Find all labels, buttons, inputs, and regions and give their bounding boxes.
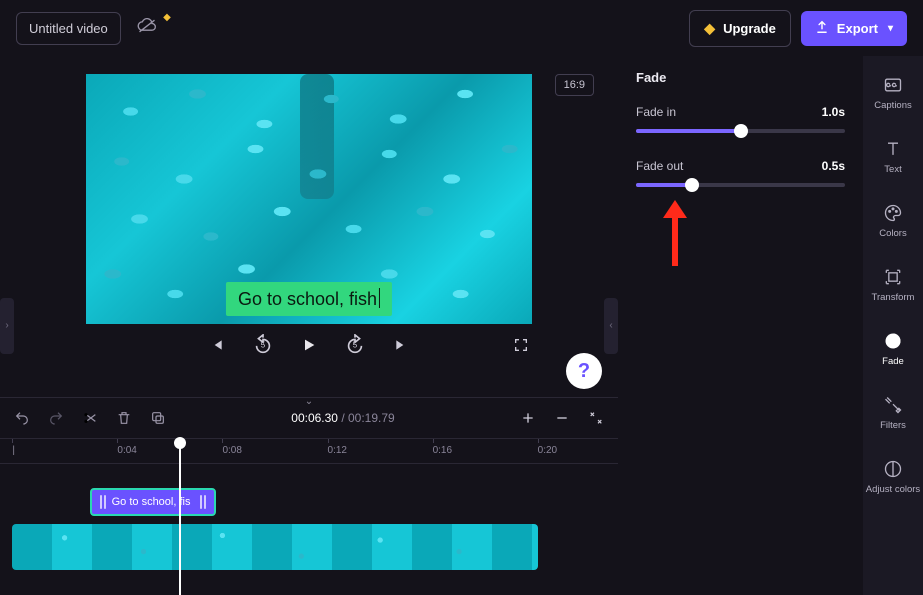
duplicate-button[interactable] bbox=[150, 410, 166, 426]
rewind-seconds: 5 bbox=[261, 341, 265, 350]
skip-start-button[interactable] bbox=[206, 334, 228, 356]
ruler-tick: 0:04 bbox=[117, 445, 136, 456]
colors-icon bbox=[882, 202, 904, 224]
cloud-sync-icon[interactable]: ◆ bbox=[131, 18, 163, 39]
diamond-icon: ◆ bbox=[704, 20, 715, 37]
transform-icon bbox=[882, 266, 904, 288]
playhead[interactable] bbox=[179, 439, 181, 595]
zoom-out-button[interactable] bbox=[554, 410, 570, 426]
timeline-tracks[interactable]: Go to school, fis bbox=[0, 464, 618, 595]
tool-filters[interactable]: Filters bbox=[863, 380, 923, 444]
ruler-tick: 0:16 bbox=[433, 445, 452, 456]
tool-text[interactable]: Text bbox=[863, 124, 923, 188]
tool-fade[interactable]: Fade bbox=[863, 316, 923, 380]
ruler-edge: | bbox=[12, 445, 15, 456]
delete-button[interactable] bbox=[116, 410, 132, 426]
tool-adjust[interactable]: Adjust colors bbox=[863, 444, 923, 508]
tool-label: Filters bbox=[880, 420, 906, 431]
tool-label: Captions bbox=[874, 100, 912, 111]
export-button[interactable]: Export ▾ bbox=[801, 11, 907, 46]
fullscreen-button[interactable] bbox=[510, 334, 532, 356]
slider-thumb[interactable] bbox=[734, 124, 748, 138]
tool-label: Fade bbox=[882, 356, 904, 367]
adjust-icon bbox=[882, 458, 904, 480]
text-icon bbox=[882, 138, 904, 160]
upgrade-label: Upgrade bbox=[723, 21, 776, 36]
tool-label: Adjust colors bbox=[866, 484, 920, 495]
clip-handle-right[interactable] bbox=[200, 495, 206, 509]
caption-overlay[interactable]: Go to school, fish bbox=[226, 282, 392, 316]
redo-button[interactable] bbox=[48, 410, 64, 426]
play-button[interactable] bbox=[298, 334, 320, 356]
tool-transform[interactable]: Transform bbox=[863, 252, 923, 316]
text-clip[interactable]: Go to school, fis bbox=[90, 488, 217, 516]
ruler-tick: 0:08 bbox=[222, 445, 241, 456]
fade-panel: Fade Fade in 1.0s Fade out 0.5s bbox=[618, 56, 863, 595]
fade-icon bbox=[882, 330, 904, 352]
premium-diamond-icon: ◆ bbox=[163, 12, 171, 23]
export-label: Export bbox=[837, 21, 878, 36]
tool-colors[interactable]: Colors bbox=[863, 188, 923, 252]
fade-in-label: Fade in bbox=[636, 105, 676, 119]
clip-handle-left[interactable] bbox=[100, 495, 106, 509]
tool-label: Text bbox=[884, 164, 901, 175]
fade-in-value: 1.0s bbox=[822, 105, 845, 119]
slider-thumb[interactable] bbox=[685, 178, 699, 192]
add-track-button[interactable] bbox=[520, 410, 536, 426]
aspect-ratio-button[interactable]: 16:9 bbox=[555, 74, 594, 96]
ruler-tick: 0:12 bbox=[328, 445, 347, 456]
rewind-button[interactable]: 5 bbox=[252, 334, 274, 356]
forward-button[interactable]: 5 bbox=[344, 334, 366, 356]
tool-captions[interactable]: Captions bbox=[863, 60, 923, 124]
forward-seconds: 5 bbox=[353, 341, 357, 350]
fade-out-value: 0.5s bbox=[822, 159, 845, 173]
tool-label: Colors bbox=[879, 228, 906, 239]
upload-icon bbox=[815, 20, 829, 37]
panel-title: Fade bbox=[636, 70, 845, 85]
help-button[interactable]: ? bbox=[566, 353, 602, 389]
ruler-tick: 0:20 bbox=[538, 445, 557, 456]
video-clip[interactable] bbox=[12, 524, 537, 570]
collapse-preview-icon[interactable]: ⌄ bbox=[305, 396, 313, 407]
video-preview[interactable]: Go to school, fish bbox=[86, 74, 532, 324]
split-button[interactable] bbox=[82, 410, 98, 426]
fade-out-slider[interactable] bbox=[636, 183, 845, 187]
timeline-timecode: 00:06.30 / 00:19.79 bbox=[184, 411, 502, 425]
captions-icon bbox=[882, 74, 904, 96]
project-title[interactable]: Untitled video bbox=[16, 12, 121, 45]
timeline-ruler[interactable]: | 0:04 0:08 0:12 0:16 0:20 bbox=[0, 438, 618, 464]
tool-label: Transform bbox=[872, 292, 915, 303]
chevron-down-icon: ▾ bbox=[888, 23, 893, 34]
fade-out-label: Fade out bbox=[636, 159, 683, 173]
undo-button[interactable] bbox=[14, 410, 30, 426]
total-time: 00:19.79 bbox=[348, 411, 395, 425]
skip-end-button[interactable] bbox=[390, 334, 412, 356]
fit-timeline-button[interactable] bbox=[588, 410, 604, 426]
current-time: 00:06.30 bbox=[291, 411, 338, 425]
filters-icon bbox=[882, 394, 904, 416]
fade-in-slider[interactable] bbox=[636, 129, 845, 133]
annotation-arrow-icon bbox=[658, 198, 692, 280]
upgrade-button[interactable]: ◆ Upgrade bbox=[689, 10, 791, 47]
